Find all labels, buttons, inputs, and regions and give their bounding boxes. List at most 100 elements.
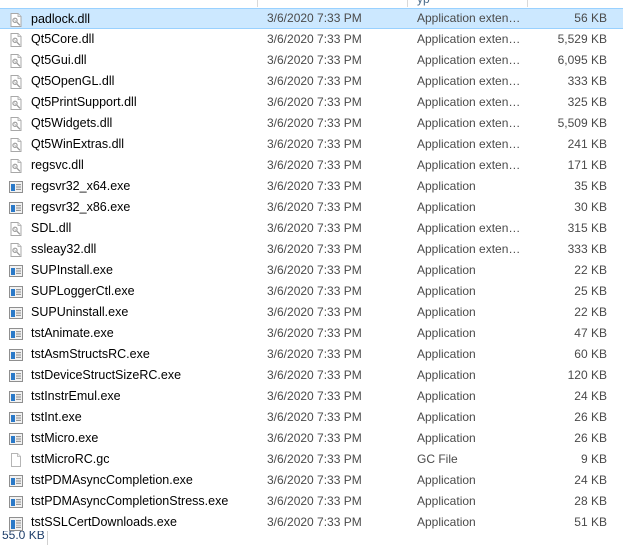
exe-icon (9, 306, 23, 319)
status-divider (47, 531, 48, 545)
table-row[interactable]: tstAnimate.exe 3/6/2020 7:33 PM Applicatio… (0, 323, 623, 344)
file-size-cell: 56 KB (574, 11, 607, 25)
file-type-cell: Application (417, 431, 476, 445)
file-name-cell[interactable]: regsvr32_x64.exe (0, 176, 256, 197)
file-type-cell: Application (417, 389, 476, 403)
exe-icon (9, 180, 23, 193)
file-name-cell[interactable]: regsvr32_x86.exe (0, 197, 256, 218)
file-name-cell[interactable]: tstMicroRC.gc (0, 449, 256, 470)
table-row[interactable]: Qt5PrintSupport.dll 3/6/2020 7:33 PM Appli… (0, 92, 623, 113)
file-name-label: tstMicroRC.gc (31, 452, 110, 466)
table-row[interactable]: tstInt.exe 3/6/2020 7:33 PM Application 26 … (0, 407, 623, 428)
file-date-cell: 3/6/2020 7:33 PM (267, 326, 362, 340)
table-row[interactable]: tstInstrEmul.exe 3/6/2020 7:33 PM Applicat… (0, 386, 623, 407)
table-row[interactable]: tstPDMAsyncCompletionStress.exe 3/6/2020 … (0, 491, 623, 512)
file-size-cell: 120 KB (567, 368, 607, 382)
file-name-cell[interactable]: tstPDMAsyncCompletionStress.exe (0, 491, 256, 512)
column-header-type[interactable]: yp (408, 0, 526, 8)
file-date-cell: 3/6/2020 7:33 PM (267, 32, 362, 46)
table-row[interactable]: tstAsmStructsRC.exe 3/6/2020 7:33 PM Appli… (0, 344, 623, 365)
table-row[interactable]: tstPDMAsyncCompletion.exe 3/6/2020 7:33 P… (0, 470, 623, 491)
file-name-cell[interactable]: tstDeviceStructSizeRC.exe (0, 365, 256, 386)
file-name-label: Qt5Widgets.dll (31, 116, 113, 130)
exe-icon (9, 285, 23, 298)
file-name-cell[interactable]: Qt5Widgets.dll (0, 113, 256, 134)
file-date-cell: 3/6/2020 7:33 PM (267, 452, 362, 466)
file-type-cell: Application exten… (417, 11, 521, 25)
table-row[interactable]: SUPInstall.exe 3/6/2020 7:33 PM Applicatio… (0, 260, 623, 281)
file-name-cell[interactable]: tstMicro.exe (0, 428, 256, 449)
file-name-cell[interactable]: padlock.dll (0, 9, 256, 30)
table-row[interactable]: Qt5WinExtras.dll 3/6/2020 7:33 PM Applicat… (0, 134, 623, 155)
file-name-cell[interactable]: regsvc.dll (0, 155, 256, 176)
table-row[interactable]: tstDeviceStructSizeRC.exe 3/6/2020 7:33 P… (0, 365, 623, 386)
column-header-size[interactable] (528, 0, 615, 8)
file-type-cell: Application (417, 326, 476, 340)
file-type-cell: Application (417, 305, 476, 319)
exe-icon (9, 369, 23, 382)
file-type-cell: Application (417, 410, 476, 424)
generic-file-icon (11, 452, 21, 467)
file-type-cell: Application exten… (417, 74, 521, 88)
table-row[interactable]: Qt5Core.dll 3/6/2020 7:33 PM Application e… (0, 29, 623, 50)
file-name-cell[interactable]: Qt5PrintSupport.dll (0, 92, 256, 113)
file-name-label: SDL.dll (31, 221, 72, 235)
table-row[interactable]: Qt5Widgets.dll 3/6/2020 7:33 PM Applicatio… (0, 113, 623, 134)
table-row[interactable]: regsvr32_x86.exe 3/6/2020 7:33 PM Applicat… (0, 197, 623, 218)
file-type-cell: Application exten… (417, 95, 521, 109)
file-name-cell[interactable]: SDL.dll (0, 218, 256, 239)
file-date-cell: 3/6/2020 7:33 PM (267, 431, 362, 445)
file-name-cell[interactable]: Qt5Core.dll (0, 29, 256, 50)
file-name-label: regsvr32_x64.exe (31, 179, 131, 193)
column-header-date-modified[interactable] (258, 0, 406, 8)
file-name-cell[interactable]: SUPUninstall.exe (0, 302, 256, 323)
file-name-cell[interactable]: tstInt.exe (0, 407, 256, 428)
dll-icon (10, 12, 22, 27)
table-row[interactable]: regsvc.dll 3/6/2020 7:33 PM Application ex… (0, 155, 623, 176)
file-date-cell: 3/6/2020 7:33 PM (267, 221, 362, 235)
table-row[interactable]: padlock.dll 3/6/2020 7:33 PM Application e… (0, 8, 623, 29)
file-name-label: regsvc.dll (31, 158, 84, 172)
file-name-cell[interactable]: tstAsmStructsRC.exe (0, 344, 256, 365)
file-type-cell: Application (417, 473, 476, 487)
table-row[interactable]: tstMicro.exe 3/6/2020 7:33 PM Application 2… (0, 428, 623, 449)
file-date-cell: 3/6/2020 7:33 PM (267, 11, 362, 25)
table-row[interactable]: SUPLoggerCtl.exe 3/6/2020 7:33 PM Applicat… (0, 281, 623, 302)
file-date-cell: 3/6/2020 7:33 PM (267, 410, 362, 424)
file-size-cell: 333 KB (567, 242, 607, 256)
table-row[interactable]: Qt5OpenGL.dll 3/6/2020 7:33 PM Application… (0, 71, 623, 92)
file-name-cell[interactable]: tstAnimate.exe (0, 323, 256, 344)
table-row[interactable]: SUPUninstall.exe 3/6/2020 7:33 PM Applicat… (0, 302, 623, 323)
file-type-cell: Application (417, 263, 476, 277)
file-size-cell: 25 KB (574, 284, 607, 298)
table-row[interactable]: SDL.dll 3/6/2020 7:33 PM Application exten… (0, 218, 623, 239)
file-name-cell[interactable]: tstInstrEmul.exe (0, 386, 256, 407)
file-name-cell[interactable]: SUPInstall.exe (0, 260, 256, 281)
table-row[interactable]: Qt5Gui.dll 3/6/2020 7:33 PM Application ex… (0, 50, 623, 71)
exe-icon (9, 390, 23, 403)
file-size-cell: 22 KB (574, 263, 607, 277)
file-name-label: ssleay32.dll (31, 242, 97, 256)
file-size-cell: 47 KB (574, 326, 607, 340)
file-name-cell[interactable]: Qt5Gui.dll (0, 50, 256, 71)
file-name-cell[interactable]: Qt5OpenGL.dll (0, 71, 256, 92)
table-row[interactable]: tstMicroRC.gc 3/6/2020 7:33 PM GC File 9 KB (0, 449, 623, 470)
file-name-cell[interactable]: ssleay32.dll (0, 239, 256, 260)
column-header-name[interactable] (0, 0, 256, 8)
table-row[interactable]: ssleay32.dll 3/6/2020 7:33 PM Application … (0, 239, 623, 260)
file-type-cell: Application exten… (417, 242, 521, 256)
file-date-cell: 3/6/2020 7:33 PM (267, 242, 362, 256)
exe-icon (9, 432, 23, 445)
file-size-cell: 26 KB (574, 431, 607, 445)
dll-icon (10, 116, 22, 131)
file-list: padlock.dll 3/6/2020 7:33 PM Application e… (0, 8, 623, 533)
file-name-cell[interactable]: tstPDMAsyncCompletion.exe (0, 470, 256, 491)
file-type-cell: Application exten… (417, 221, 521, 235)
file-type-cell: Application (417, 179, 476, 193)
file-name-cell[interactable]: SUPLoggerCtl.exe (0, 281, 256, 302)
file-date-cell: 3/6/2020 7:33 PM (267, 389, 362, 403)
file-type-cell: Application exten… (417, 53, 521, 67)
file-name-cell[interactable]: Qt5WinExtras.dll (0, 134, 256, 155)
table-row[interactable]: regsvr32_x64.exe 3/6/2020 7:33 PM Applicat… (0, 176, 623, 197)
file-name-label: tstMicro.exe (31, 431, 99, 445)
